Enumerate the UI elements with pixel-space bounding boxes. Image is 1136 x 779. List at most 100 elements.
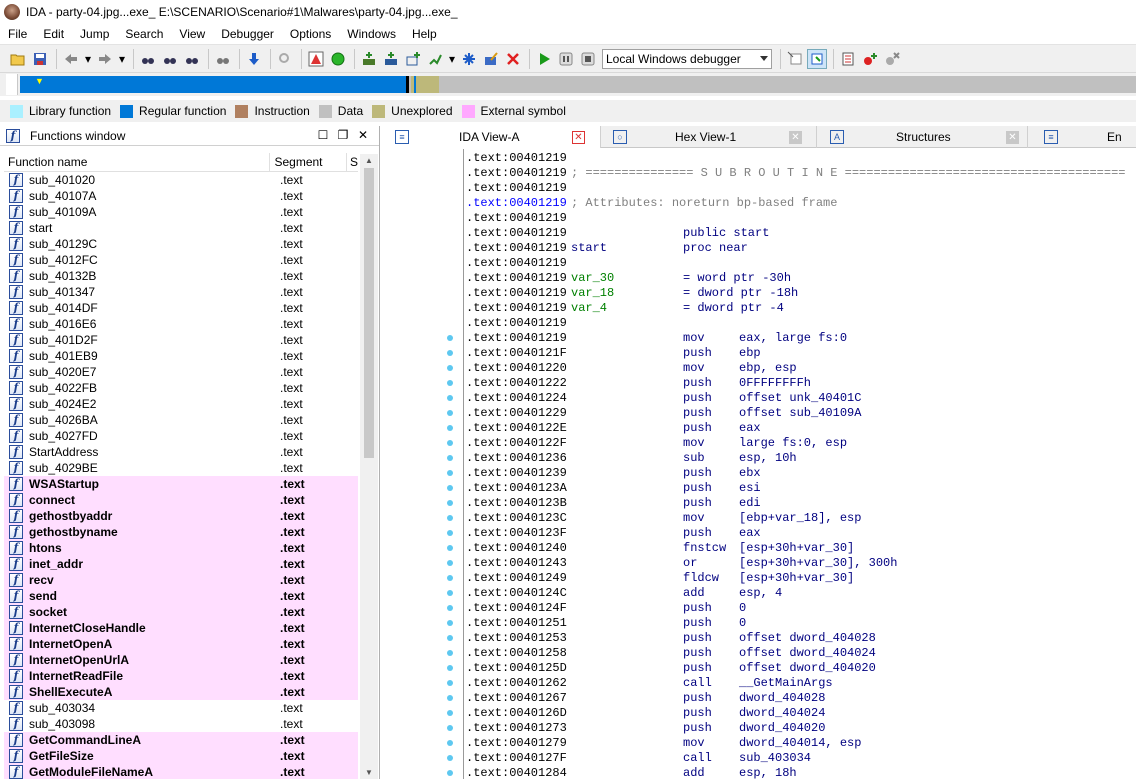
function-row[interactable]: fsocket.text( [4, 604, 358, 620]
menu-view[interactable]: View [171, 27, 213, 41]
binoculars-text-icon[interactable] [138, 49, 158, 69]
code-line[interactable]: .text:00401219 public start [466, 226, 1136, 241]
back-arrow-icon[interactable] [61, 49, 81, 69]
function-row[interactable]: fGetCommandLineA.text( [4, 732, 358, 748]
code-line[interactable]: .text:00401219 ; =============== S U B R … [466, 166, 1136, 181]
code-line[interactable]: .text:00401219 [466, 316, 1136, 331]
code-line[interactable]: .text:0040124F push 0 [466, 601, 1136, 616]
create-string-icon[interactable] [403, 49, 423, 69]
open-folder-icon[interactable] [8, 49, 28, 69]
function-row[interactable]: fsub_401EB9.text( [4, 348, 358, 364]
code-line[interactable]: .text:0040123F push eax [466, 526, 1136, 541]
function-row[interactable]: fsub_403034.text( [4, 700, 358, 716]
dropdown-icon[interactable]: ▾ [83, 49, 93, 69]
code-line[interactable]: .text:00401240 fnstcw [esp+30h+var_30] [466, 541, 1136, 556]
functions-scrollbar[interactable]: ▲ ▼ [360, 154, 378, 779]
add-function-icon[interactable] [459, 49, 479, 69]
function-row[interactable]: fhtons.text( [4, 540, 358, 556]
function-row[interactable]: finet_addr.text( [4, 556, 358, 572]
menu-jump[interactable]: Jump [72, 27, 117, 41]
code-line[interactable]: .text:0040124C add esp, 4 [466, 586, 1136, 601]
function-row[interactable]: fInternetOpenUrlA.text( [4, 652, 358, 668]
delete-icon[interactable] [503, 49, 523, 69]
menu-options[interactable]: Options [282, 27, 339, 41]
function-row[interactable]: fInternetOpenA.text( [4, 636, 358, 652]
close-tab-icon[interactable]: ✕ [1006, 130, 1019, 144]
save-icon[interactable] [30, 49, 50, 69]
code-line[interactable]: .text:00401219 start proc near [466, 241, 1136, 256]
code-line[interactable]: .text:00401249 fldcw [esp+30h+var_30] [466, 571, 1136, 586]
scrollbar-thumb[interactable] [364, 168, 374, 458]
function-row[interactable]: fInternetReadFile.text( [4, 668, 358, 684]
play-icon[interactable] [534, 49, 554, 69]
tab-enums[interactable]: ≡ En [1028, 126, 1136, 148]
column-segment[interactable]: Segment [270, 152, 347, 171]
code-line[interactable]: .text:00401284 add esp, 18h [466, 766, 1136, 779]
function-row[interactable]: fsub_401020.text( [4, 172, 358, 188]
create-data-icon[interactable] [381, 49, 401, 69]
code-line[interactable]: .text:00401258 push offset dword_404024 [466, 646, 1136, 661]
function-row[interactable]: fsub_4024E2.text( [4, 396, 358, 412]
debugger-select[interactable]: Local Windows debugger [602, 48, 772, 69]
navigation-band[interactable]: ▼ [0, 72, 1136, 96]
code-line[interactable]: .text:00401279 mov dword_404014, esp [466, 736, 1136, 751]
code-line[interactable]: .text:0040123C mov [ebp+var_18], esp [466, 511, 1136, 526]
code-line[interactable]: .text:00401219 [466, 151, 1136, 166]
jump-down-icon[interactable] [244, 49, 264, 69]
attach-process-icon[interactable] [785, 49, 805, 69]
function-row[interactable]: fsub_401347.text( [4, 284, 358, 300]
menu-file[interactable]: File [0, 27, 35, 41]
code-line[interactable]: .text:0040125D push offset dword_404020 [466, 661, 1136, 676]
code-line[interactable]: .text:00401224 push offset unk_40401C [466, 391, 1136, 406]
code-line[interactable]: .text:00401219 [466, 256, 1136, 271]
float-window-icon[interactable]: ❐ [333, 128, 353, 142]
function-row[interactable]: fsub_4012FC.text( [4, 252, 358, 268]
code-line[interactable]: .text:00401251 push 0 [466, 616, 1136, 631]
code-line[interactable]: .text:00401262 call __GetMainArgs [466, 676, 1136, 691]
function-row[interactable]: fsub_4027FD.text( [4, 428, 358, 444]
create-struct-icon[interactable] [425, 49, 445, 69]
tab-ida-view-a[interactable]: ≡ IDA View-A ✕ [381, 126, 601, 148]
column-start[interactable]: S [347, 155, 358, 169]
menu-search[interactable]: Search [117, 27, 171, 41]
dropdown-icon[interactable]: ▾ [447, 49, 457, 69]
function-row[interactable]: fconnect.text( [4, 492, 358, 508]
disassembly-listing[interactable]: .text:00401219 .text:00401219; ==========… [463, 149, 1136, 779]
binoculars-binary-icon[interactable] [160, 49, 180, 69]
code-line[interactable]: .text:00401267 push dword_404028 [466, 691, 1136, 706]
close-tab-icon[interactable]: ✕ [789, 130, 802, 144]
code-line[interactable]: .text:00401219 var_4 = dword ptr -4 [466, 301, 1136, 316]
debugger-options-icon[interactable] [807, 48, 827, 69]
menu-windows[interactable]: Windows [339, 27, 404, 41]
function-row[interactable]: fsub_40109A.text( [4, 204, 358, 220]
code-line[interactable]: .text:00401236 sub esp, 10h [466, 451, 1136, 466]
pause-icon[interactable] [556, 49, 576, 69]
code-line[interactable]: .text:0040126D push dword_404024 [466, 706, 1136, 721]
function-row[interactable]: fsub_4020E7.text( [4, 364, 358, 380]
tab-hex-view-1[interactable]: ○ Hex View-1 ✕ [601, 126, 817, 148]
close-icon[interactable]: ✕ [353, 128, 373, 142]
binoculars-next-icon[interactable] [213, 49, 233, 69]
code-line[interactable]: .text:00401219 ; Attributes: noreturn bp-… [466, 196, 1136, 211]
function-row[interactable]: fShellExecuteA.text( [4, 684, 358, 700]
search-disabled-icon[interactable] [275, 49, 295, 69]
dropdown-icon[interactable]: ▾ [117, 49, 127, 69]
code-line[interactable]: .text:00401222 push 0FFFFFFFFh [466, 376, 1136, 391]
function-row[interactable]: fsub_4026BA.text( [4, 412, 358, 428]
function-row[interactable]: frecv.text( [4, 572, 358, 588]
code-line[interactable]: .text:00401219 var_30 = word ptr -30h [466, 271, 1136, 286]
function-row[interactable]: fsub_4016E6.text( [4, 316, 358, 332]
code-line[interactable]: .text:0040123B push edi [466, 496, 1136, 511]
function-row[interactable]: fgethostbyaddr.text( [4, 508, 358, 524]
code-line[interactable]: .text:00401243 or [esp+30h+var_30], 300h [466, 556, 1136, 571]
minimize-icon[interactable]: ☐ [313, 128, 333, 142]
create-code-icon[interactable] [359, 49, 379, 69]
code-line[interactable]: .text:00401229 push offset sub_40109A [466, 406, 1136, 421]
code-line[interactable]: .text:00401219 [466, 181, 1136, 196]
function-row[interactable]: fsub_4029BE.text( [4, 460, 358, 476]
nav-scroll-left[interactable] [6, 74, 18, 95]
function-row[interactable]: fsub_40132B.text( [4, 268, 358, 284]
edit-function-icon[interactable] [481, 49, 501, 69]
code-line[interactable]: .text:00401239 push ebx [466, 466, 1136, 481]
code-line[interactable]: .text:0040121F push ebp [466, 346, 1136, 361]
